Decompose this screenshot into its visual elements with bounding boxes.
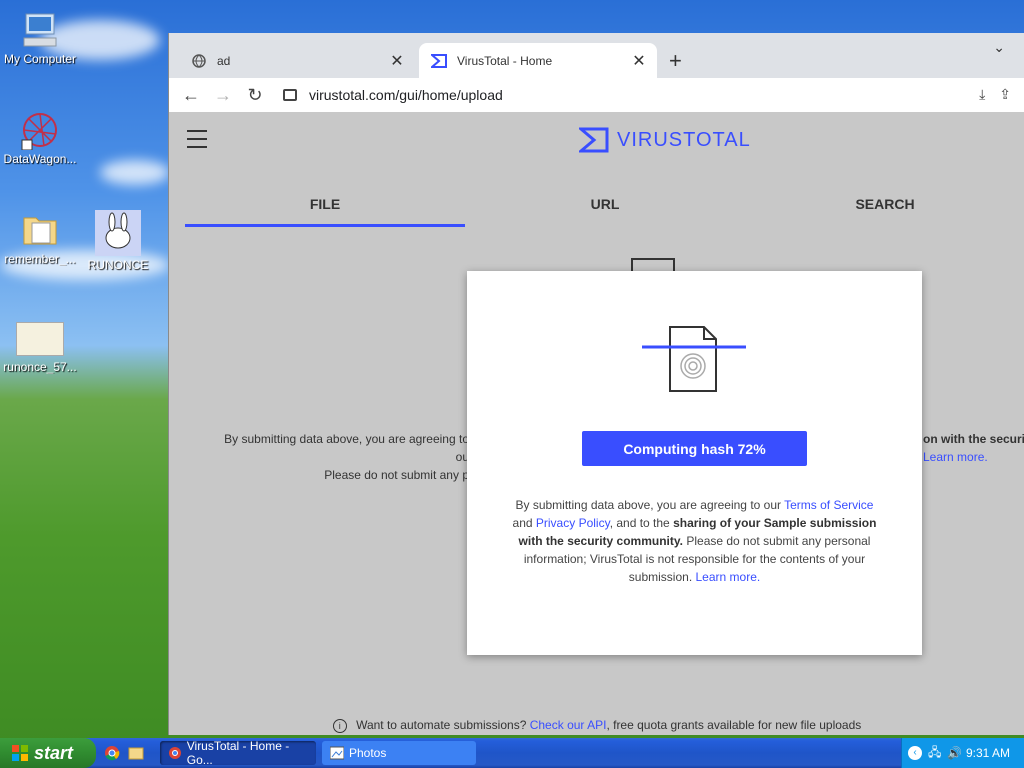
tab-strip: ad ✕ VirusTotal - Home ✕ + ⌄ [169,33,1024,78]
runonce-icon [95,210,141,256]
modal-text-part: By submitting data above, you are agreei… [515,498,785,512]
bg-text-line: By submitting data above, you are agreei… [224,432,469,464]
windows-flag-icon [12,745,28,761]
terms-of-service-link[interactable]: Terms of Service [784,498,873,512]
taskbar-item-label: Photos [349,746,387,760]
desktop-icon-label: DataWagon... [3,152,77,166]
back-arrow-icon[interactable]: ← [175,85,207,106]
folder-icon [20,210,60,250]
volume-icon[interactable]: 🔊 [947,746,962,760]
desktop-icon-label: runonce_57... [3,360,77,374]
computing-hash-button: Computing hash 72% [582,431,807,466]
url-text: virustotal.com/gui/home/upload [309,87,503,103]
tab-url[interactable]: URL [465,196,745,227]
share-icon[interactable]: ⇪ [999,86,1011,103]
chevron-down-icon[interactable]: ⌄ [993,39,1005,56]
api-rest-text: , free quota grants available for new fi… [606,718,862,732]
desktop-icon-remember[interactable]: remember_... [0,210,80,266]
image-thumbnail-icon [16,322,64,356]
taskbar-item-virustotal[interactable]: VirusTotal - Home - Go... [160,739,316,767]
quick-launch [104,745,144,761]
info-icon: i [332,719,347,733]
desktop-icon-my-computer[interactable]: My Computer [0,10,80,66]
close-tab-icon[interactable]: ✕ [387,51,407,71]
tab-file[interactable]: FILE [185,196,465,227]
desktop-icon-label: My Computer [3,52,77,66]
system-tray: ‹ 🖧 🔊 9:31 AM [901,738,1024,768]
explorer-folder-icon[interactable] [128,745,144,761]
taskbar-item-photos[interactable]: Photos [322,741,476,765]
desktop-icon-label: RUNONCE [87,258,149,272]
desktop-icon-runonce[interactable]: RUNONCE [78,210,158,272]
background-disclaimer-right: on with the securit Learn more. [923,430,1024,466]
chrome-icon [169,747,181,759]
bg-learn-more-link[interactable]: Learn more. [923,448,1024,466]
clock: 9:31 AM [965,746,1010,760]
reload-icon[interactable]: ↻ [239,85,271,106]
modal-disclaimer: By submitting data above, you are agreei… [507,496,882,586]
learn-more-link[interactable]: Learn more. [696,570,761,584]
privacy-policy-link[interactable]: Privacy Policy [536,516,610,530]
virustotal-logo-icon [579,127,609,153]
hamburger-menu-icon[interactable] [187,130,207,154]
new-tab-plus-icon[interactable]: + [669,48,682,74]
bg-text-line: Please do not submit any p [324,468,469,482]
address-bar[interactable]: virustotal.com/gui/home/upload [283,83,975,107]
upload-tabs: FILE URL SEARCH [185,196,1024,227]
chrome-icon[interactable] [104,745,120,761]
tray-expand-icon[interactable]: ‹ [908,746,922,760]
desktop-icon-runonce-image[interactable]: runonce_57... [0,322,80,374]
close-tab-icon[interactable]: ✕ [629,51,649,71]
tab-title: ad [217,53,231,68]
bg-text-line: on with the securit [923,432,1024,446]
lock-icon [283,89,297,101]
modal-text-part: , and to the [609,516,674,530]
globe-icon [191,53,207,69]
api-link[interactable]: Check our API [530,718,607,732]
virustotal-icon [431,53,447,69]
install-app-icon[interactable]: ⤓ [979,86,985,103]
cloud [100,160,170,185]
virustotal-logo[interactable]: VIRUSTOTAL [579,127,751,153]
hashing-dialog: Computing hash 72% By submitting data ab… [467,271,922,655]
computer-icon [20,10,60,50]
tab-search[interactable]: SEARCH [745,196,1024,227]
logo-text: VIRUSTOTAL [617,128,751,151]
browser-toolbar: ← → ↻ virustotal.com/gui/home/upload ⤓ ⇪ [169,78,1024,112]
modal-text-part: and [512,516,536,530]
fingerprint-file-icon [642,323,748,398]
desktop-icon-label: remember_... [4,252,76,266]
taskbar: start VirusTotal - Home - Go... Photos ‹… [0,738,1024,768]
datawagon-icon [20,110,60,151]
api-text: Want to automate submissions? [356,718,527,732]
start-button[interactable]: start [0,738,96,768]
api-promo: i Want to automate submissions? Check ou… [169,718,1024,733]
photos-icon [330,746,344,760]
desktop-icon-datawagon[interactable]: DataWagon... [0,110,80,166]
forward-arrow-icon[interactable]: → [207,85,239,106]
tab-ad[interactable]: ad ✕ [179,43,415,78]
network-icon[interactable]: 🖧 [928,743,941,764]
taskbar-item-label: VirusTotal - Home - Go... [186,739,290,767]
background-disclaimer-left: By submitting data above, you are agreei… [209,430,469,484]
tab-title: VirusTotal - Home [457,53,553,68]
tab-virustotal[interactable]: VirusTotal - Home ✕ [419,43,657,78]
start-label: start [34,742,74,763]
